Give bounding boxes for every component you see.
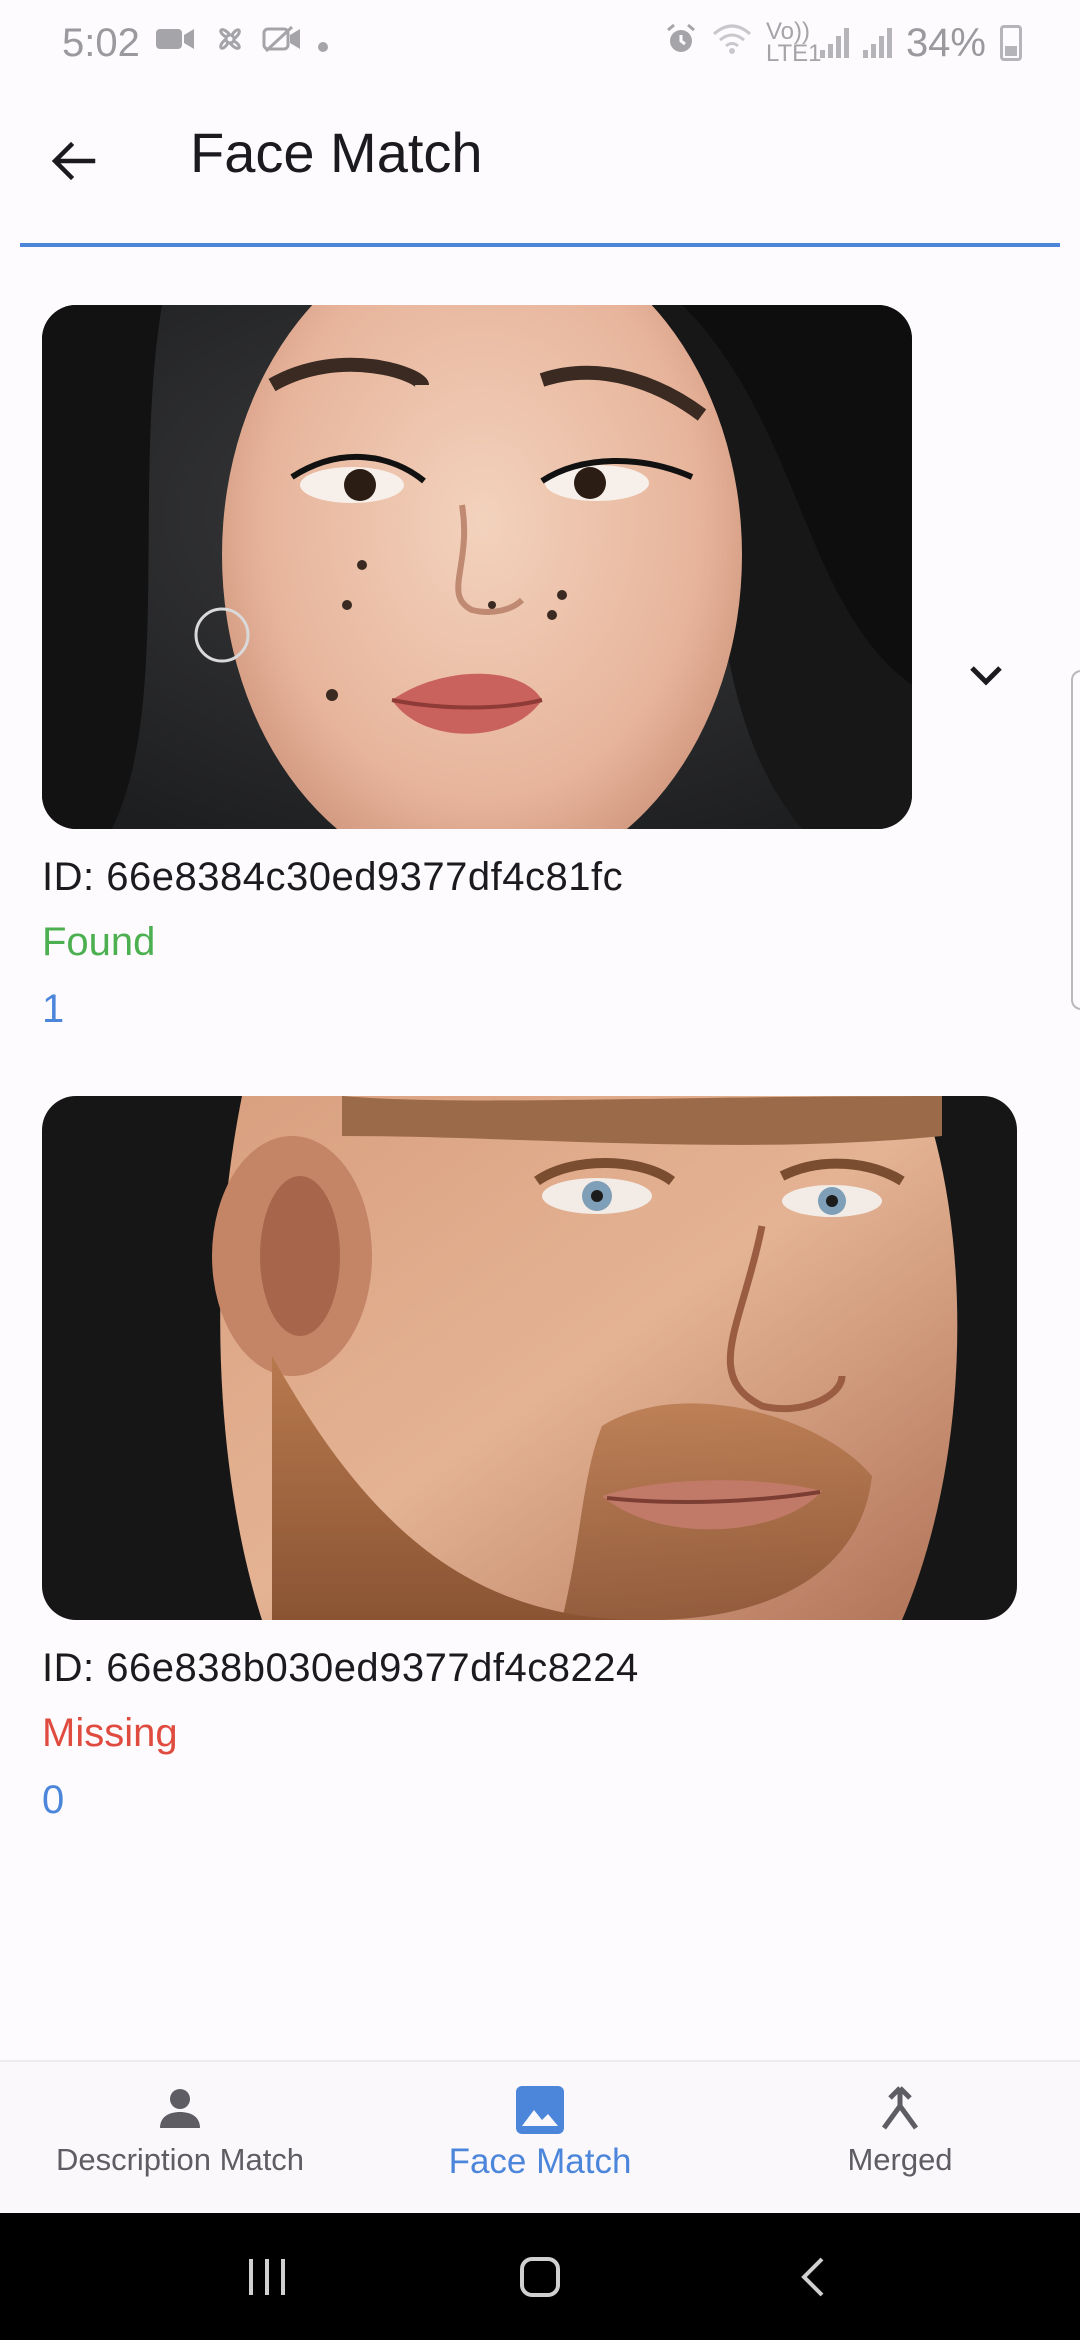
match-count: 1 <box>42 987 65 1031</box>
back-button[interactable] <box>40 128 106 194</box>
status-bar-left: 5:02 <box>62 21 330 66</box>
volte-label: Vo)) LTE1 <box>765 18 822 67</box>
recents-button[interactable] <box>232 2242 302 2312</box>
status-bar: 5:02 Vo)) LTE1 34% <box>0 0 1080 86</box>
status-bar-right: Vo)) LTE1 34% <box>664 18 1022 67</box>
home-icon <box>519 2256 560 2297</box>
arrow-back-icon <box>51 141 96 181</box>
app-bar: Face Match <box>0 86 1080 246</box>
nav-description-match[interactable]: Description Match <box>0 2062 360 2213</box>
alarm-icon <box>664 21 698 66</box>
face-photo <box>42 305 912 829</box>
face-match-screen: 5:02 Vo)) LTE1 34% Face Match ID: 66e838… <box>0 0 1080 2340</box>
battery-icon <box>1000 25 1022 61</box>
status-time: 5:02 <box>62 20 140 65</box>
system-back-button[interactable] <box>778 2242 848 2312</box>
wifi-icon <box>712 21 752 66</box>
nav-merged[interactable]: Merged <box>720 2062 1080 2213</box>
home-button[interactable] <box>505 2242 575 2312</box>
chevron-down-icon <box>970 666 1002 686</box>
chevron-left-icon <box>801 2257 824 2296</box>
merge-icon <box>881 2086 919 2130</box>
nav-label: Merged <box>847 2142 953 2177</box>
result-id: ID: 66e8384c30ed9377df4c81fc <box>42 855 624 899</box>
signal-1-icon <box>819 28 849 58</box>
fan-icon <box>212 21 248 66</box>
header-divider <box>20 243 1060 247</box>
recents-icon <box>248 2258 285 2295</box>
bottom-navigation: Description Match Face Match Merged <box>0 2060 1080 2213</box>
video-call-icon <box>154 23 198 64</box>
battery-percent: 34% <box>905 20 986 65</box>
result-card[interactable]: ID: 66e8384c30ed9377df4c81fc Found 1 <box>42 305 912 1032</box>
status-missing: Missing <box>42 1711 178 1755</box>
notification-dot-icon <box>316 24 330 63</box>
video-off-icon <box>262 23 302 64</box>
nav-label: Description Match <box>55 2142 305 2177</box>
system-navigation-bar <box>0 2213 1080 2340</box>
result-id: ID: 66e838b030ed9377df4c8224 <box>42 1646 639 1690</box>
nav-label: Face Match <box>448 2142 632 2181</box>
image-icon <box>516 2086 564 2134</box>
expand-button[interactable] <box>958 648 1014 704</box>
nav-face-match[interactable]: Face Match <box>360 2062 720 2213</box>
match-count: 0 <box>42 1778 65 1822</box>
scroll-handle[interactable] <box>1071 670 1080 1010</box>
face-photo <box>42 1096 1017 1620</box>
result-card[interactable]: ID: 66e838b030ed9377df4c8224 Missing 0 <box>42 1096 1017 1823</box>
person-icon <box>160 2089 200 2128</box>
status-found: Found <box>42 920 156 964</box>
page-title: Face Match <box>190 121 483 184</box>
signal-2-icon <box>862 28 892 58</box>
